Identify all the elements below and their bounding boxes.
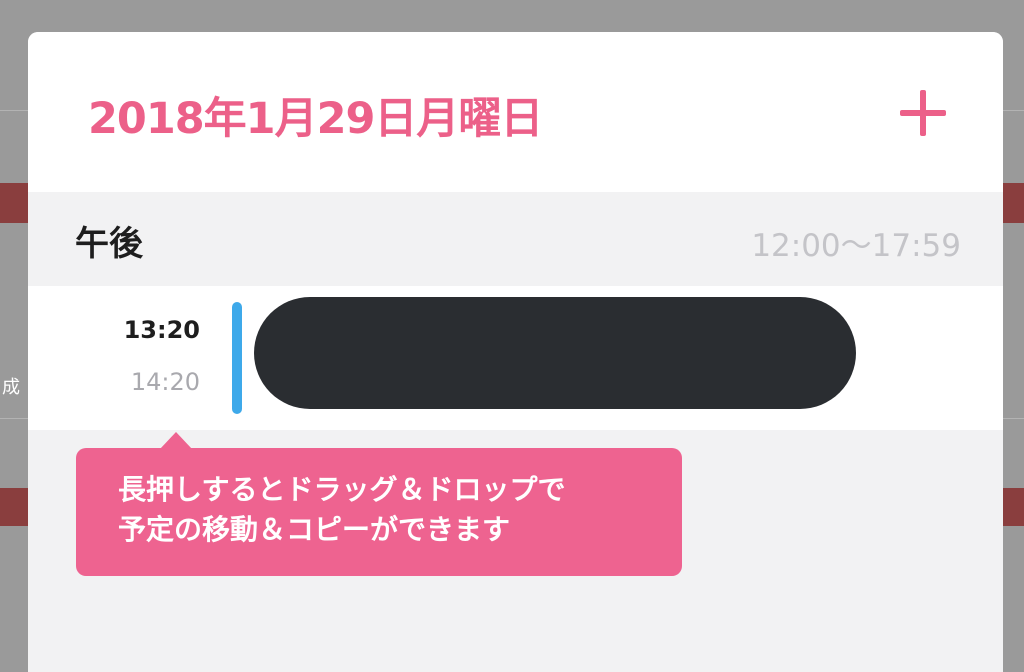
tooltip-line: 長押しするとドラッグ＆ドロップで: [118, 473, 566, 506]
event-start-time: 13:20: [123, 316, 200, 344]
tooltip-arrow: [160, 432, 192, 449]
day-detail-modal: 2018年1月29日月曜日 午後 12:00〜17:59 13:20 14:20…: [28, 32, 1003, 672]
tooltip-line: 予定の移動＆コピーができます: [118, 513, 511, 546]
event-item[interactable]: 13:20 14:20: [28, 286, 1003, 430]
add-event-button[interactable]: [896, 86, 950, 140]
date-title: 2018年1月29日月曜日: [88, 94, 543, 144]
event-color-bar: [232, 302, 242, 414]
section-time-range: 12:00〜17:59: [751, 228, 961, 264]
drag-drop-tooltip[interactable]: 長押しするとドラッグ＆ドロップで 予定の移動＆コピーができます: [76, 432, 682, 576]
tooltip-text: 長押しするとドラッグ＆ドロップで 予定の移動＆コピーができます: [118, 470, 658, 550]
background-event-fragment: 成: [2, 377, 20, 398]
plus-icon: [900, 90, 946, 136]
modal-header: 2018年1月29日月曜日: [28, 32, 1003, 192]
event-title-redacted: [254, 297, 856, 409]
section-label: 午後: [75, 224, 143, 264]
afternoon-section-header: 午後 12:00〜17:59: [28, 192, 1003, 286]
event-end-time: 14:20: [130, 368, 200, 396]
